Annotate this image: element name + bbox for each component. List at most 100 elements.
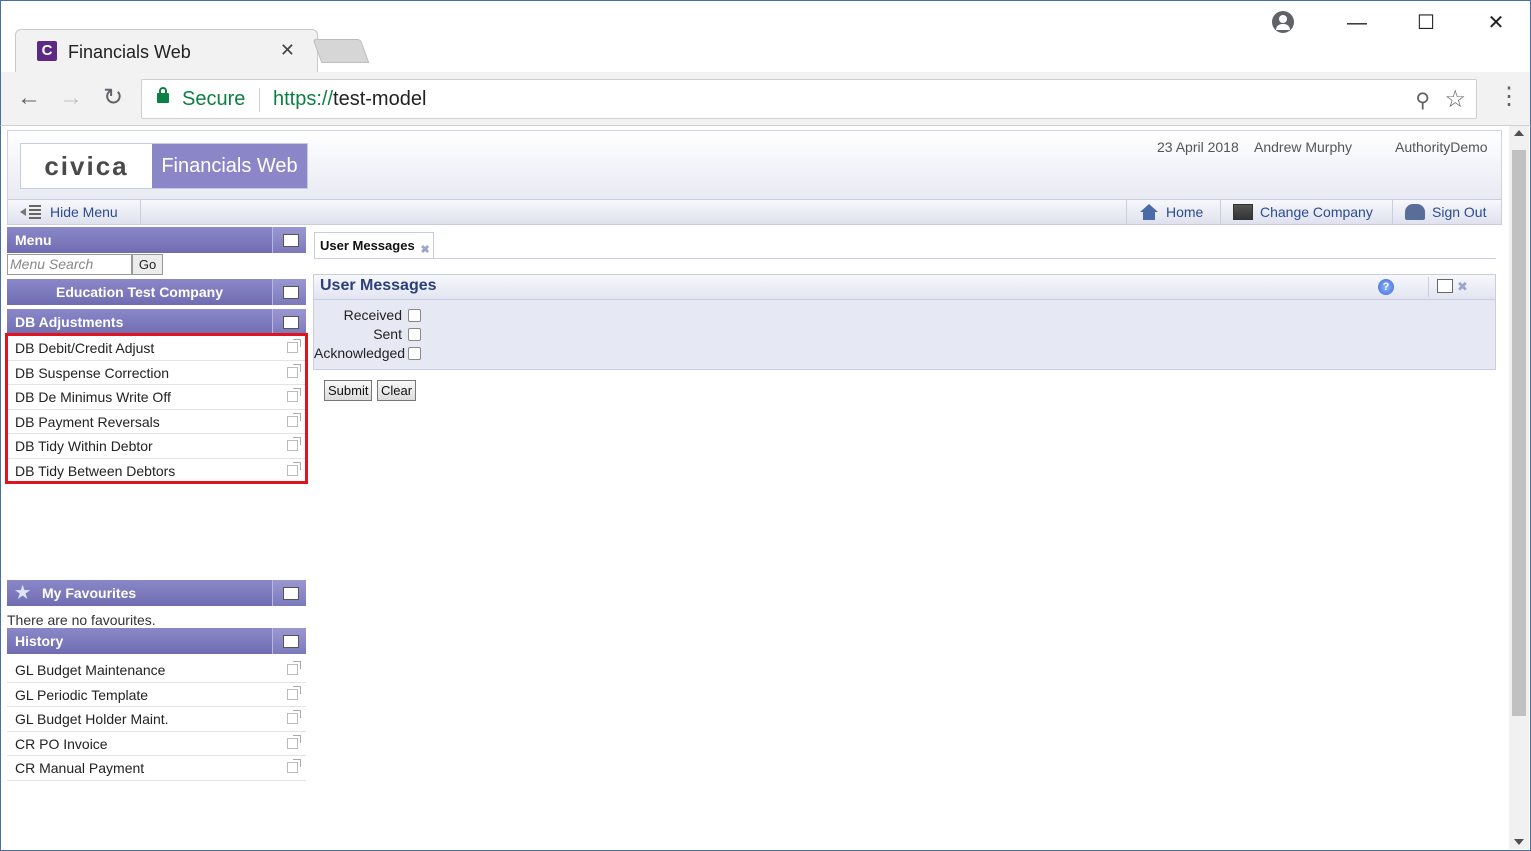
filter-received: Received [314, 307, 1495, 323]
building-icon [1233, 204, 1253, 220]
scroll-thumb[interactable] [1512, 150, 1526, 716]
tab-user-messages[interactable]: User Messages ✖ [314, 232, 434, 259]
hide-menu-icon [20, 205, 42, 219]
history-item-label: CR Manual Payment [15, 760, 145, 776]
history-pin-icon[interactable] [272, 628, 306, 654]
favourites-pin-icon[interactable] [272, 580, 306, 606]
open-external-icon[interactable] [287, 412, 301, 427]
hide-menu-button[interactable]: Hide Menu [8, 200, 141, 224]
open-external-icon[interactable] [287, 710, 301, 724]
page-viewport: civica Financials Web 23 April 2018 Andr… [0, 126, 1531, 851]
section-title: DB Adjustments [15, 314, 124, 330]
history-item[interactable]: GL Budget Holder Maint. [7, 707, 306, 732]
open-external-icon[interactable] [287, 363, 301, 378]
menu-search-input[interactable]: Menu Search [7, 254, 132, 275]
menu-item-label: DB Payment Reversals [15, 413, 160, 430]
open-external-icon[interactable] [287, 461, 301, 476]
open-external-icon[interactable] [287, 437, 301, 451]
browser-tab[interactable]: C Financials Web ✕ [15, 29, 318, 73]
url-separator [259, 88, 260, 112]
home-link[interactable]: Home [1126, 200, 1220, 224]
open-external-icon[interactable] [287, 661, 301, 675]
reload-icon[interactable]: ↻ [98, 84, 128, 114]
clear-button[interactable]: Clear [377, 380, 417, 401]
url-text[interactable]: https://test-model [273, 88, 426, 111]
acknowledged-checkbox[interactable] [408, 346, 421, 360]
open-external-icon[interactable] [287, 339, 301, 353]
filter-label: Received [343, 307, 402, 323]
close-tab-icon[interactable]: ✖ [420, 238, 429, 263]
menu-item[interactable]: DB De Minimus Write Off [7, 385, 306, 410]
civica-logo: civica [21, 144, 152, 188]
menu-panel-pin-icon[interactable] [272, 227, 306, 253]
zoom-icon[interactable]: ⚲ [1415, 88, 1430, 113]
company-panel-icon[interactable] [272, 279, 306, 305]
sign-out-link[interactable]: Sign Out [1392, 200, 1502, 224]
menu-item[interactable]: DB Debit/Credit Adjust [7, 336, 306, 361]
browser-toolbar: ← → ↻ Secure https://test-model ⚲ ☆ ⋮ [0, 72, 1531, 126]
back-icon[interactable]: ← [14, 84, 44, 114]
url-host: test-model [333, 88, 427, 110]
section-header[interactable]: DB Adjustments [7, 309, 306, 335]
history-header: History [7, 628, 306, 654]
history-item[interactable]: GL Periodic Template [7, 682, 306, 707]
menu-item[interactable]: DB Tidy Within Debtor [7, 434, 306, 459]
menu-item[interactable]: DB Payment Reversals [7, 409, 306, 434]
content-tab-label: User Messages [320, 238, 415, 253]
panel-title: User Messages [320, 277, 437, 294]
menu-panel-title: Menu [15, 232, 52, 248]
window-close-icon[interactable]: ✕ [1476, 9, 1516, 37]
menu-item[interactable]: DB Suspense Correction [7, 360, 306, 385]
sign-out-label: Sign Out [1432, 204, 1487, 220]
dock-icon[interactable] [1437, 279, 1453, 293]
forward-icon[interactable]: → [56, 84, 86, 114]
favourites-header: ★ My Favourites [7, 580, 306, 606]
change-company-label: Change Company [1260, 204, 1373, 220]
menu-item-label: DB Tidy Between Debtors [15, 462, 176, 479]
open-external-icon[interactable] [287, 685, 301, 700]
history-item-label: GL Periodic Template [15, 686, 149, 703]
tab-close-icon[interactable]: ✕ [280, 40, 295, 61]
sent-checkbox[interactable] [408, 327, 421, 341]
vertical-scrollbar[interactable] [1509, 126, 1529, 849]
go-button[interactable]: Go [132, 254, 163, 275]
user-signout-icon [1405, 204, 1425, 220]
help-icon[interactable]: ? [1378, 279, 1394, 295]
company-header[interactable]: Education Test Company [7, 279, 306, 305]
scroll-down-icon[interactable] [1514, 839, 1524, 845]
close-panel-icon[interactable]: ✖ [1457, 279, 1468, 295]
address-bar[interactable]: Secure https://test-model ⚲ ☆ [141, 79, 1477, 119]
profile-icon[interactable] [1272, 11, 1294, 33]
filter-label: Acknowledged [314, 345, 406, 361]
bookmark-star-icon[interactable]: ☆ [1444, 85, 1466, 114]
open-external-icon[interactable] [287, 734, 301, 749]
menu-item-label: DB Suspense Correction [15, 364, 170, 381]
maximize-icon[interactable]: ☐ [1406, 9, 1446, 37]
history-item[interactable]: CR PO Invoice [7, 731, 306, 756]
home-icon [1139, 204, 1159, 220]
user-messages-panel: User Messages ? ✖ Received Sent Acknowle… [313, 274, 1496, 370]
received-checkbox[interactable] [408, 308, 421, 322]
scroll-up-icon[interactable] [1514, 130, 1524, 136]
secure-label: Secure [182, 88, 246, 110]
history-item[interactable]: CR Manual Payment [7, 756, 306, 781]
minimize-icon[interactable]: — [1337, 9, 1377, 37]
header-date: 23 April 2018 [1157, 139, 1239, 155]
favourites-title: My Favourites [42, 585, 137, 601]
history-title: History [15, 633, 64, 649]
open-external-icon[interactable] [287, 759, 301, 773]
new-tab-button[interactable] [312, 39, 370, 63]
header-toolbar: Hide Menu Home Change Company Sign Out [7, 199, 1502, 225]
section-up-icon[interactable] [272, 309, 306, 335]
submit-button[interactable]: Submit [324, 380, 373, 401]
civica-favicon-icon: C [37, 41, 57, 61]
browser-titlebar: C Financials Web ✕ — ☐ ✕ [0, 0, 1531, 73]
menu-item[interactable]: DB Tidy Between Debtors [7, 458, 306, 483]
browser-menu-icon[interactable]: ⋮ [1497, 82, 1521, 112]
tab-divider [314, 258, 1496, 259]
history-item[interactable]: GL Budget Maintenance [7, 658, 306, 683]
history-item-label: GL Budget Maintenance [15, 662, 166, 678]
change-company-link[interactable]: Change Company [1220, 200, 1392, 224]
open-external-icon[interactable] [287, 388, 301, 402]
url-scheme: https:// [273, 88, 334, 110]
